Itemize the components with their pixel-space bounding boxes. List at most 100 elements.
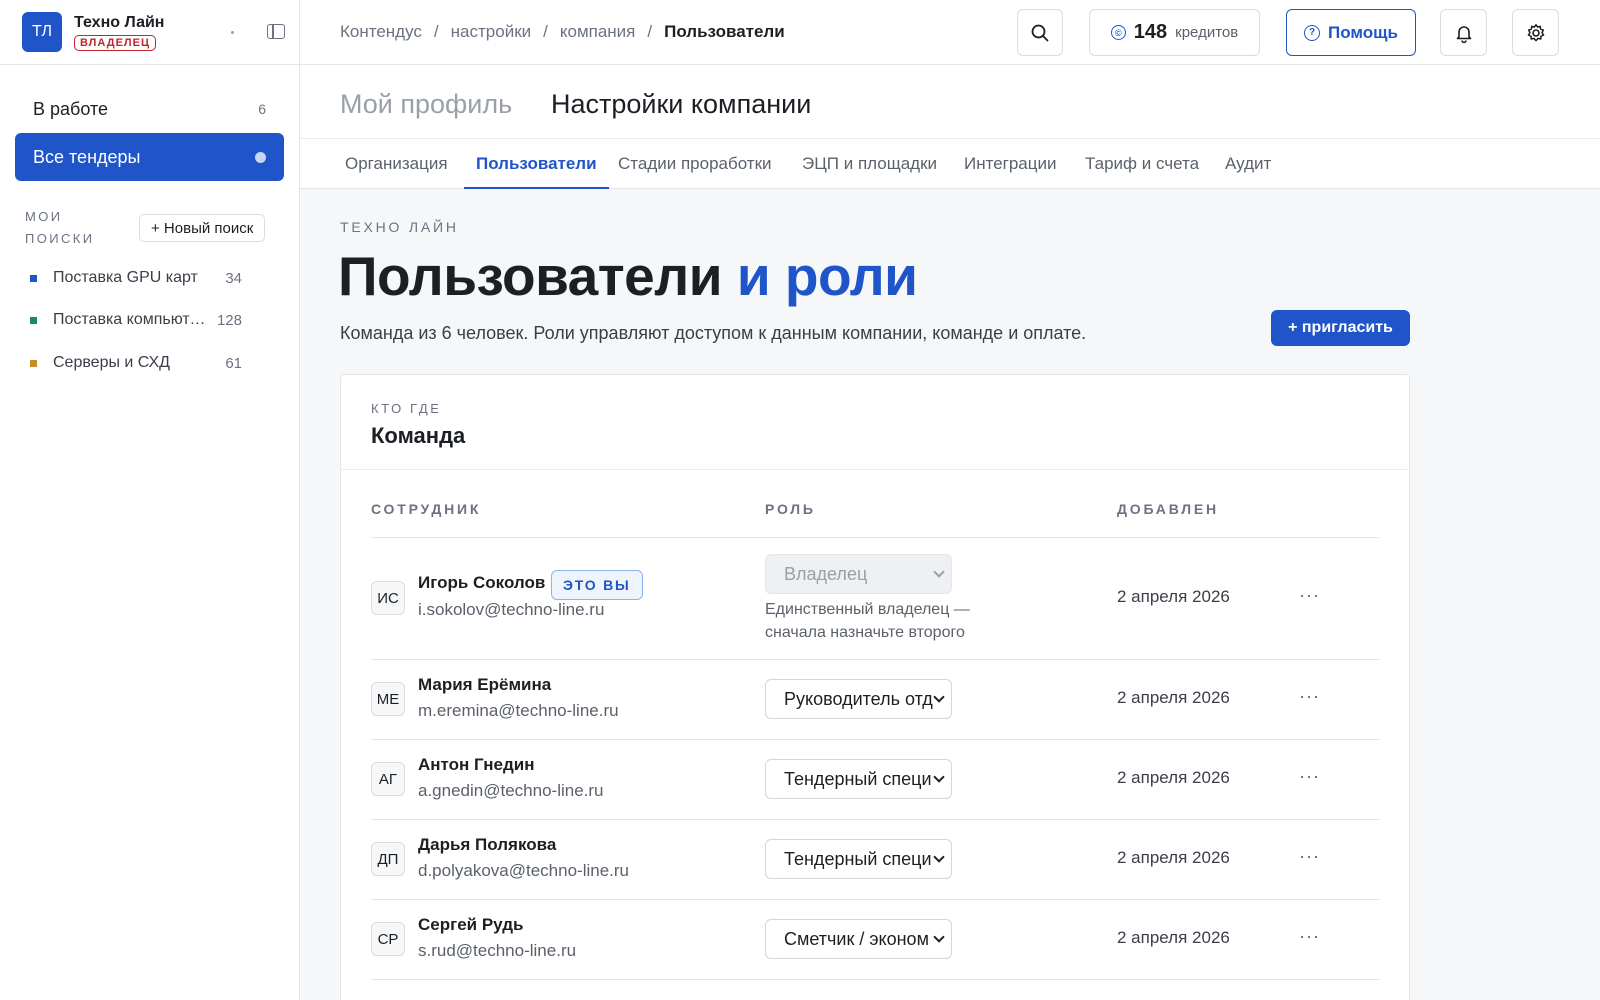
search-item-count: 128	[216, 311, 242, 329]
user-avatar: СР	[371, 922, 405, 956]
credits-icon: ©	[1110, 25, 1126, 40]
role-select[interactable]: Тендерный специ	[765, 839, 952, 879]
bell-icon	[1456, 25, 1471, 43]
row-more-button[interactable]: ···	[1299, 846, 1320, 867]
chevron-down-icon	[933, 566, 945, 578]
invite-button[interactable]: + пригласить	[1271, 310, 1410, 346]
row-more-button[interactable]: ···	[1299, 686, 1320, 707]
breadcrumb-item[interactable]: Контендус	[340, 22, 422, 42]
role-select[interactable]: Руководитель отд	[765, 679, 952, 719]
added-date: 2 апреля 2026	[1117, 768, 1230, 787]
owner-role-badge: ВЛАДЕЛЕЦ	[74, 34, 157, 51]
subtab-signature-platforms[interactable]: ЭЦП и площадки	[802, 154, 937, 189]
row-more-button[interactable]: ···	[1299, 585, 1320, 606]
search-item-name: Поставка GPU карт	[53, 269, 198, 286]
org-switcher[interactable]: ТЛ Техно Лайн ВЛАДЕЛЕЦ	[0, 0, 299, 65]
breadcrumb: Контендус / настройки / компания / Польз…	[340, 22, 785, 42]
breadcrumb-separator: /	[543, 22, 548, 41]
row-more-button[interactable]: ···	[1299, 766, 1320, 787]
role-note: Единственный владелец — сначала назначьт…	[765, 601, 970, 641]
table-row: ИС Игорь Соколов ЭТО ВЫ i.sokolov@techno…	[371, 538, 1379, 660]
user-email: a.gnedin@techno-line.ru	[418, 781, 604, 800]
nav-in-work-count: 6	[258, 101, 266, 117]
search-item-count: 34	[225, 269, 242, 287]
chevron-down-icon	[933, 691, 945, 703]
breadcrumb-item[interactable]: компания	[560, 22, 636, 42]
search-item-name: Поставка компьютеров	[53, 311, 209, 328]
chevron-down-icon	[933, 771, 945, 783]
role-select-value: Владелец	[784, 563, 868, 584]
company-eyebrow: ТЕХНО ЛАЙН	[340, 219, 459, 235]
breadcrumb-separator: /	[433, 22, 439, 41]
user-email: i.sokolov@techno-line.ru	[418, 600, 605, 619]
nav-all-tenders[interactable]: Все тендеры	[15, 133, 284, 181]
chevron-down-icon	[933, 851, 945, 863]
column-header-employee: СОТРУДНИК	[371, 501, 482, 517]
table-row: ДП Дарья Полякова d.polyakova@techno-lin…	[371, 820, 1379, 900]
search-item-servers[interactable]: Серверы и СХД 61	[30, 351, 242, 375]
search-icon	[1031, 24, 1049, 41]
column-header-role: РОЛЬ	[765, 501, 816, 517]
notifications-button[interactable]	[1440, 9, 1487, 56]
role-select-value: Сметчик / эконом	[784, 928, 929, 949]
credits-button[interactable]: © 148 кредитов	[1089, 9, 1260, 56]
tab-company-settings[interactable]: Настройки компании	[551, 89, 811, 120]
search-color-marker	[30, 316, 37, 324]
my-searches-title: МОИ ПОИСКИ	[25, 209, 95, 246]
nav-in-work-label: В работе	[33, 98, 109, 119]
settings-subtabs: Организация Пользователи Стадии проработ…	[300, 139, 1600, 189]
user-avatar: АГ	[371, 762, 405, 796]
subtab-users[interactable]: Пользователи	[464, 154, 609, 189]
search-button[interactable]	[1017, 9, 1063, 56]
breadcrumb-separator: /	[647, 22, 653, 41]
subtab-audit[interactable]: Аудит	[1225, 154, 1271, 189]
row-more-button[interactable]: ···	[1299, 926, 1320, 947]
help-circle-icon: ?	[1304, 24, 1321, 41]
subtab-stages[interactable]: Стадии проработки	[618, 154, 772, 189]
team-title: Команда	[371, 423, 466, 448]
user-email: d.polyakova@techno-line.ru	[418, 861, 629, 880]
sidebar-collapse-icon[interactable]	[267, 24, 285, 39]
you-badge: ЭТО ВЫ	[551, 570, 643, 600]
settings-button[interactable]	[1512, 9, 1559, 56]
subtab-integrations[interactable]: Интеграции	[964, 154, 1057, 189]
new-search-button[interactable]: + Новый поиск	[139, 214, 266, 242]
role-select: Владелец	[765, 554, 952, 594]
subtab-billing[interactable]: Тариф и счета	[1085, 154, 1199, 189]
credits-value: 148	[1133, 21, 1168, 43]
main-content: ТЕХНО ЛАЙН Пользователи и роли Команда и…	[300, 189, 1600, 1000]
user-email: m.eremina@techno-line.ru	[418, 701, 619, 720]
page-tabs: Мой профиль Настройки компании	[300, 65, 1600, 139]
search-item-count: 61	[225, 354, 242, 372]
help-label: Помощь	[1328, 22, 1398, 42]
search-item-name: Серверы и СХД	[53, 354, 170, 371]
role-select[interactable]: Тендерный специ	[765, 759, 952, 799]
role-select[interactable]: Сметчик / эконом	[765, 919, 952, 959]
page-title-main: Пользователи	[338, 245, 723, 307]
help-button[interactable]: ? Помощь	[1286, 9, 1416, 56]
org-name: Техно Лайн	[74, 13, 165, 31]
user-name: Игорь Соколов	[418, 573, 546, 592]
role-select-value: Руководитель отд	[784, 688, 933, 709]
org-menu-dot-icon[interactable]	[231, 31, 234, 34]
user-avatar: ИС	[371, 581, 405, 615]
chevron-down-icon	[933, 931, 945, 943]
table-row: АГ Антон Гнедин a.gnedin@techno-line.ru …	[371, 740, 1379, 820]
added-date: 2 апреля 2026	[1117, 928, 1230, 947]
user-name: Антон Гнедин	[418, 755, 535, 774]
nav-in-work[interactable]: В работе 6	[15, 85, 284, 133]
search-item-gpu[interactable]: Поставка GPU карт 34	[30, 266, 242, 290]
breadcrumb-item[interactable]: настройки	[451, 22, 531, 42]
added-date: 2 апреля 2026	[1117, 587, 1230, 606]
credits-label: кредитов	[1175, 24, 1239, 41]
search-item-computers[interactable]: Поставка компьютеров 128	[30, 308, 242, 332]
org-info: Техно Лайн ВЛАДЕЛЕЦ	[74, 14, 164, 51]
search-color-marker	[30, 359, 37, 367]
tab-my-profile[interactable]: Мой профиль	[340, 89, 512, 120]
added-date: 2 апреля 2026	[1117, 848, 1230, 867]
team-card: КТО ГДЕ Команда СОТРУДНИК РОЛЬ ДОБАВЛЕН …	[340, 374, 1410, 1000]
subtab-organization[interactable]: Организация	[345, 154, 448, 189]
user-avatar: ДП	[371, 842, 405, 876]
gear-icon	[1527, 23, 1544, 41]
breadcrumb-current: Пользователи	[664, 22, 785, 41]
